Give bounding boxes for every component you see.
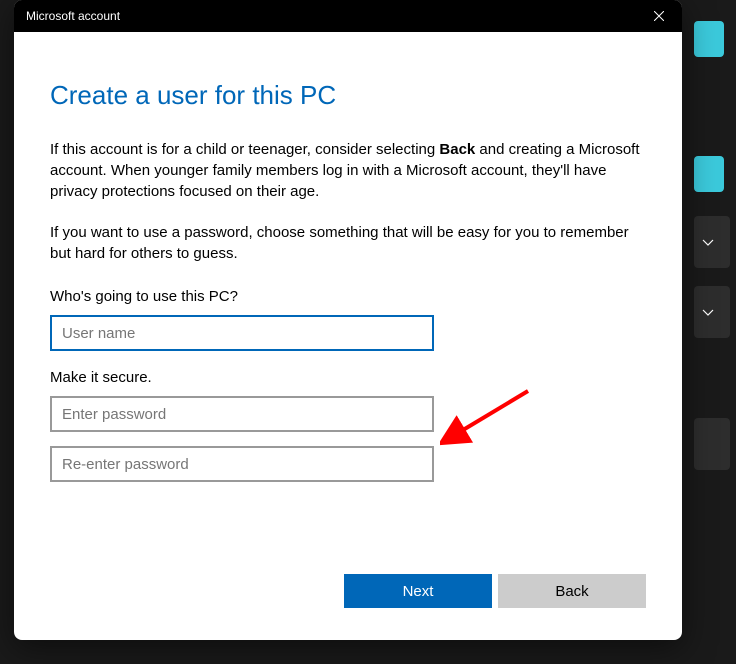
close-icon	[654, 11, 664, 21]
page-heading: Create a user for this PC	[50, 80, 646, 111]
intro-paragraph-2: If you want to use a password, choose so…	[50, 222, 646, 264]
secure-label: Make it secure.	[50, 369, 646, 386]
bg-tile-1	[694, 216, 730, 268]
username-input[interactable]	[50, 315, 434, 351]
bg-tile-3	[694, 418, 730, 470]
titlebar: Microsoft account	[14, 0, 682, 32]
window-title: Microsoft account	[26, 9, 120, 23]
confirm-password-input[interactable]	[50, 446, 434, 482]
next-button[interactable]: Next	[344, 574, 492, 608]
account-dialog: Microsoft account Create a user for this…	[14, 0, 682, 640]
intro-paragraph-1: If this account is for a child or teenag…	[50, 139, 646, 202]
dialog-content: Create a user for this PC If this accoun…	[14, 32, 682, 640]
back-button[interactable]: Back	[498, 574, 646, 608]
button-row: Next Back	[50, 574, 646, 624]
bg-tile-2	[694, 286, 730, 338]
bg-tile-accent-2	[694, 156, 724, 192]
close-button[interactable]	[636, 0, 682, 32]
password-input[interactable]	[50, 396, 434, 432]
bg-tile-accent-1	[694, 21, 724, 57]
who-label: Who's going to use this PC?	[50, 288, 646, 305]
